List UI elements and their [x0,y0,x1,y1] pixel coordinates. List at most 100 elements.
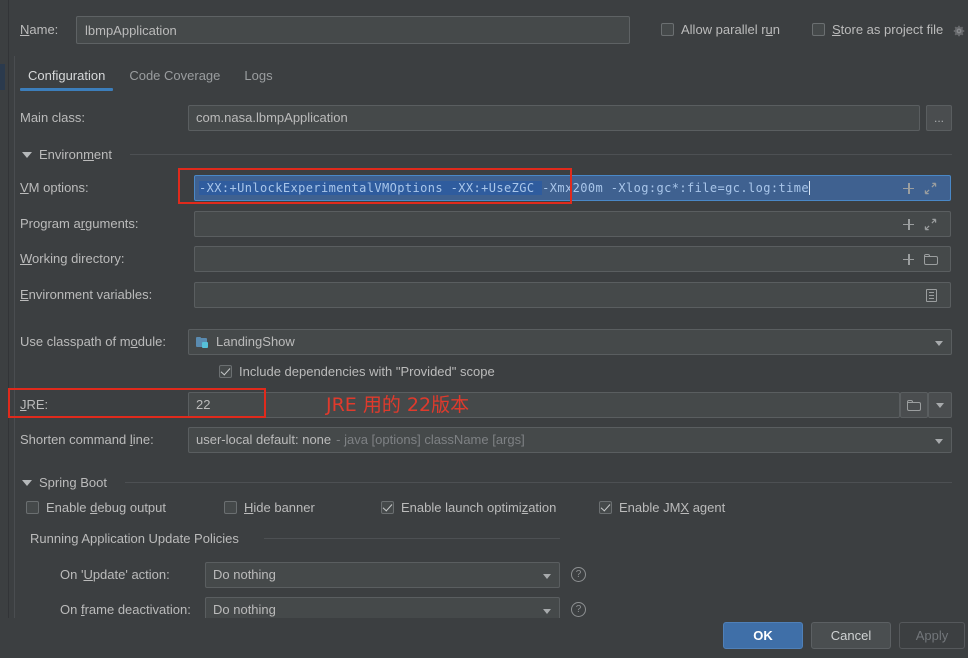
enable-debug-output-label: Enable debug output [46,500,167,515]
annotation-text-jre: JRE 用的 22版本 [326,394,470,416]
spring-boot-section-divider [125,482,952,483]
tab-logs[interactable]: Logs [232,68,284,91]
plus-icon[interactable] [903,218,914,230]
shorten-command-line-value: user-local default: none [196,432,332,447]
plus-icon[interactable] [903,253,914,265]
help-icon[interactable]: ? [571,602,586,617]
enable-jmx-agent-label: Enable JMX agent [619,500,726,515]
cancel-button[interactable]: Cancel [811,622,891,649]
program-arguments-actions [903,211,937,237]
plus-icon[interactable] [903,182,914,194]
left-selection-accent [0,64,5,90]
shorten-command-line-row: Shorten command line: user-local default… [0,427,968,453]
main-class-label: Main class: [20,110,86,125]
enable-jmx-agent-box[interactable] [599,501,612,514]
expand-icon[interactable] [924,218,937,231]
environment-section-header[interactable]: Environment [22,147,112,162]
main-class-browse-button[interactable]: ... [926,105,952,131]
name-label: Name: [20,22,58,37]
enable-debug-output-checkbox[interactable]: Enable debug output [26,500,166,515]
enable-launch-optimization-checkbox[interactable]: Enable launch optimization [381,500,556,515]
chevron-down-icon[interactable] [543,609,551,614]
vm-options-row: VM options: -XX:+UnlockExperimentalVMOpt… [0,175,968,201]
spring-boot-section-label: Spring Boot [39,475,107,490]
program-arguments-label: Program arguments: [20,216,139,231]
shorten-command-line-label: Shorten command line: [20,432,154,447]
folder-icon [907,399,921,411]
allow-parallel-run-box[interactable] [661,23,674,36]
spring-boot-section-header[interactable]: Spring Boot [22,475,107,490]
enable-jmx-agent-checkbox[interactable]: Enable JMX agent [599,500,725,515]
program-arguments-row: Program arguments: [0,211,968,237]
chevron-down-icon[interactable] [935,439,943,444]
name-label-text: ame: [29,22,59,37]
environment-section-label: Environment [39,147,112,162]
working-directory-row: Working directory: [0,246,968,272]
jre-label: JRE: [20,397,49,412]
update-policies-header: Running Application Update Policies [30,531,239,546]
enable-launch-optimization-box[interactable] [381,501,394,514]
on-update-action-combobox[interactable]: Do nothing [205,562,560,588]
on-update-action-label: On 'Update' action: [60,567,170,582]
name-label-mnemonic: N [20,22,30,37]
name-input[interactable] [76,16,630,44]
chevron-down-icon[interactable] [935,341,943,346]
list-icon[interactable] [926,288,937,302]
store-as-project-file-label: Store as project file [832,22,944,37]
working-directory-field[interactable] [194,246,951,272]
vm-options-label: VM options: [20,180,89,195]
main-class-row: Main class: com.nasa.lbmpApplication ... [0,105,968,131]
ok-button[interactable]: OK [723,622,803,649]
include-dependencies-box[interactable] [219,365,232,378]
store-as-project-file-box[interactable] [812,23,825,36]
vm-options-field[interactable]: -XX:+UnlockExperimentalVMOptions -XX:+Us… [194,175,951,201]
chevron-down-icon[interactable] [22,151,32,158]
module-label: Use classpath of module: [20,334,166,349]
jre-browse-button[interactable] [900,392,928,418]
hide-banner-box[interactable] [224,501,237,514]
environment-section-divider [130,154,952,155]
enable-debug-output-box[interactable] [26,501,39,514]
main-class-field[interactable]: com.nasa.lbmpApplication [188,105,920,131]
tab-bar: Configuration Code Coverage Logs [16,68,285,96]
apply-button: Apply [899,622,965,649]
chevron-down-icon[interactable] [22,479,32,486]
folder-icon[interactable] [924,253,938,265]
hide-banner-checkbox[interactable]: Hide banner [224,500,315,515]
dialog-button-bar: OK Cancel Apply [0,618,968,658]
vm-options-selected-text: -XX:+UnlockExperimentalVMOptions -XX:+Us… [199,181,543,195]
jre-dropdown-button[interactable] [928,392,952,418]
module-value: LandingShow [216,334,295,349]
allow-parallel-run-label: Allow parallel run [681,22,781,37]
module-icon [196,336,210,349]
program-arguments-field[interactable] [194,211,951,237]
environment-variables-label: Environment variables: [20,287,153,302]
update-policies-title: Running Application Update Policies [30,531,239,546]
chevron-down-icon[interactable] [543,574,551,579]
tab-code-coverage[interactable]: Code Coverage [117,68,232,91]
jre-field[interactable]: 22 [188,392,900,418]
environment-variables-field[interactable] [194,282,951,308]
include-dependencies-checkbox[interactable]: Include dependencies with "Provided" sco… [219,364,495,379]
vm-options-rest-text: -Xmx200m -Xlog:gc*:file=gc.log:time [542,181,809,195]
text-caret [808,181,810,195]
environment-variables-actions [926,282,937,308]
module-row: Use classpath of module: LandingShow [0,329,968,355]
on-update-action-row: On 'Update' action: Do nothing ? [0,562,700,588]
expand-icon[interactable] [924,182,937,195]
allow-parallel-run-checkbox[interactable]: Allow parallel run [661,22,780,37]
shorten-command-line-hint: - java [options] className [args] [336,432,525,447]
jre-row: JRE: 22 [0,392,968,418]
include-dependencies-label: Include dependencies with "Provided" sco… [239,364,495,379]
tab-configuration[interactable]: Configuration [16,68,117,91]
working-directory-actions [903,246,938,272]
enable-launch-optimization-label: Enable launch optimization [401,500,557,515]
help-icon[interactable]: ? [571,567,586,582]
gear-icon[interactable] [952,24,966,38]
update-policies-divider [264,538,560,539]
environment-variables-row: Environment variables: [0,282,968,308]
shorten-command-line-combobox[interactable]: user-local default: none - java [options… [188,427,952,453]
module-combobox[interactable]: LandingShow [188,329,952,355]
store-as-project-file-checkbox[interactable]: Store as project file [812,22,943,37]
run-configuration-dialog: Name: Allow parallel run Store as projec… [0,0,968,658]
